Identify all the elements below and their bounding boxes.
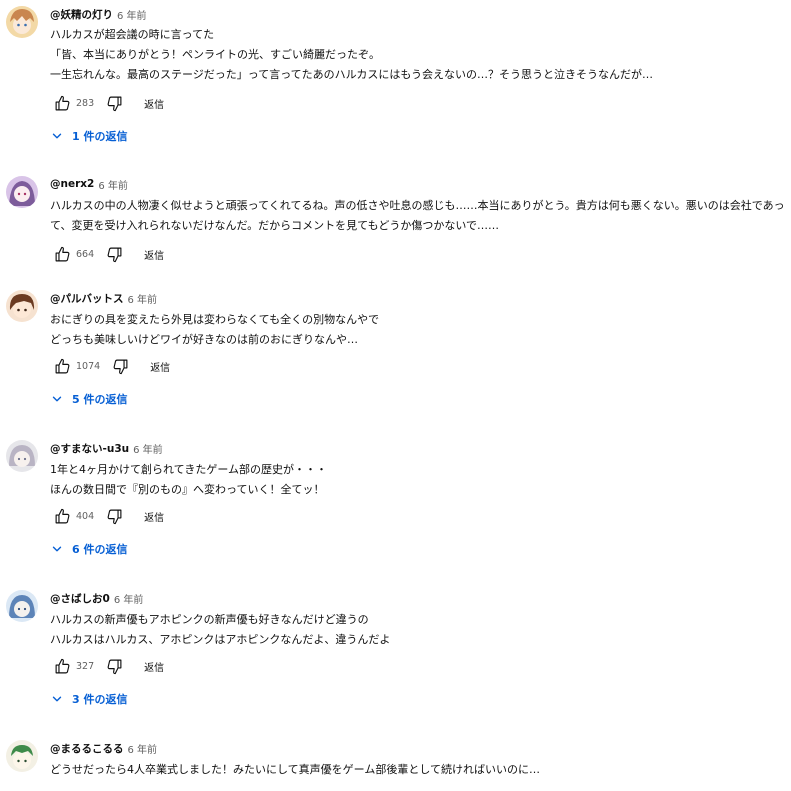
comment-timestamp[interactable]: 6 年前: [128, 291, 158, 306]
comment-text: 1年と4ヶ月かけて創られてきたゲーム部の歴史が・・・ ほんの数日間で『別のもの』…: [50, 463, 328, 496]
thumbs-up-icon: [55, 658, 69, 673]
like-button[interactable]: [50, 654, 74, 678]
like-count: 1074: [76, 360, 101, 372]
avatar[interactable]: [6, 176, 38, 208]
comment-author[interactable]: @さばしお0: [50, 591, 110, 606]
view-replies-button[interactable]: 1 件の返信: [50, 125, 786, 147]
comment-text: ハルカスが超会議の時に言ってた 「皆、本当にありがとう！ペンライトの光、すごい綺…: [50, 28, 654, 81]
comment-timestamp[interactable]: 6 年前: [117, 7, 147, 22]
replies-count-label: 3 件の返信: [72, 693, 128, 706]
comment-author[interactable]: @すまない-u3u: [50, 441, 129, 456]
replies-count-label: 1 件の返信: [72, 130, 128, 143]
thumbs-down-icon: [107, 96, 122, 111]
dislike-button[interactable]: [108, 354, 132, 378]
chevron-down-icon: [52, 546, 62, 552]
comment-timestamp[interactable]: 6 年前: [133, 441, 163, 456]
comment-text: ハルカスの中の人物凄く似せようと頑張ってくれてるね。声の低さや吐息の感じも……本…: [50, 199, 785, 232]
thumbs-up-icon: [55, 246, 69, 261]
reply-button[interactable]: 返信: [144, 96, 164, 111]
thumbs-up-icon: [55, 95, 69, 110]
avatar[interactable]: [6, 290, 38, 322]
replies-count-label: 6 件の返信: [72, 543, 128, 556]
like-button[interactable]: [50, 91, 74, 115]
replies-count-label: 5 件の返信: [72, 393, 128, 406]
like-button[interactable]: [50, 354, 74, 378]
dislike-button[interactable]: [102, 504, 126, 528]
dislike-button[interactable]: [102, 654, 126, 678]
comment-author[interactable]: @nerx2: [50, 178, 94, 190]
thumbs-down-icon: [107, 659, 122, 674]
chevron-down-icon: [52, 133, 62, 139]
comment-text: ハルカスの新声優もアホピンクの新声優も好きなんだけど違うの ハルカスはハルカス、…: [50, 613, 391, 646]
comment-timestamp[interactable]: 6 年前: [98, 177, 128, 192]
thumbs-up-icon: [55, 358, 69, 373]
comment-timestamp[interactable]: 6 年前: [128, 741, 158, 756]
like-button[interactable]: [50, 242, 74, 266]
like-count: 283: [76, 97, 95, 109]
like-button[interactable]: [50, 504, 74, 528]
view-replies-button[interactable]: 5 件の返信: [50, 388, 786, 410]
avatar[interactable]: [6, 590, 38, 622]
reply-button[interactable]: 返信: [144, 659, 164, 674]
avatar[interactable]: [6, 740, 38, 772]
view-replies-button[interactable]: 6 件の返信: [50, 538, 786, 560]
comment-author[interactable]: @まるるこるる: [50, 741, 124, 756]
thumbs-down-icon: [113, 359, 128, 374]
comment-timestamp[interactable]: 6 年前: [114, 591, 144, 606]
like-count: 664: [76, 248, 95, 260]
chevron-down-icon: [52, 396, 62, 402]
view-replies-button[interactable]: 3 件の返信: [50, 688, 786, 710]
thumbs-down-icon: [107, 509, 122, 524]
like-count: 404: [76, 510, 95, 522]
avatar[interactable]: [6, 6, 38, 38]
comment-text: おにぎりの具を変えたら外見は変わらなくても全くの別物なんやで どっちも美味しいけ…: [50, 313, 380, 346]
thumbs-up-icon: [55, 508, 69, 523]
like-count: 327: [76, 660, 95, 672]
comment-author[interactable]: @パルバットス: [50, 291, 124, 306]
reply-button[interactable]: 返信: [150, 359, 170, 374]
reply-button[interactable]: 返信: [144, 509, 164, 524]
comment-text: どうせだったら4人卒業式しました！みたいにして真声優をゲーム部後輩として続ければ…: [50, 763, 541, 776]
reply-button[interactable]: 返信: [144, 247, 164, 262]
dislike-button[interactable]: [102, 91, 126, 115]
comment-author[interactable]: @妖精の灯り: [50, 7, 113, 22]
chevron-down-icon: [52, 696, 62, 702]
comment-list: @妖精の灯り 6 年前 ハルカスが超会議の時に言ってた 「皆、本当にありがとう！…: [0, 0, 791, 791]
dislike-button[interactable]: [102, 242, 126, 266]
avatar[interactable]: [6, 440, 38, 472]
thumbs-down-icon: [107, 247, 122, 262]
